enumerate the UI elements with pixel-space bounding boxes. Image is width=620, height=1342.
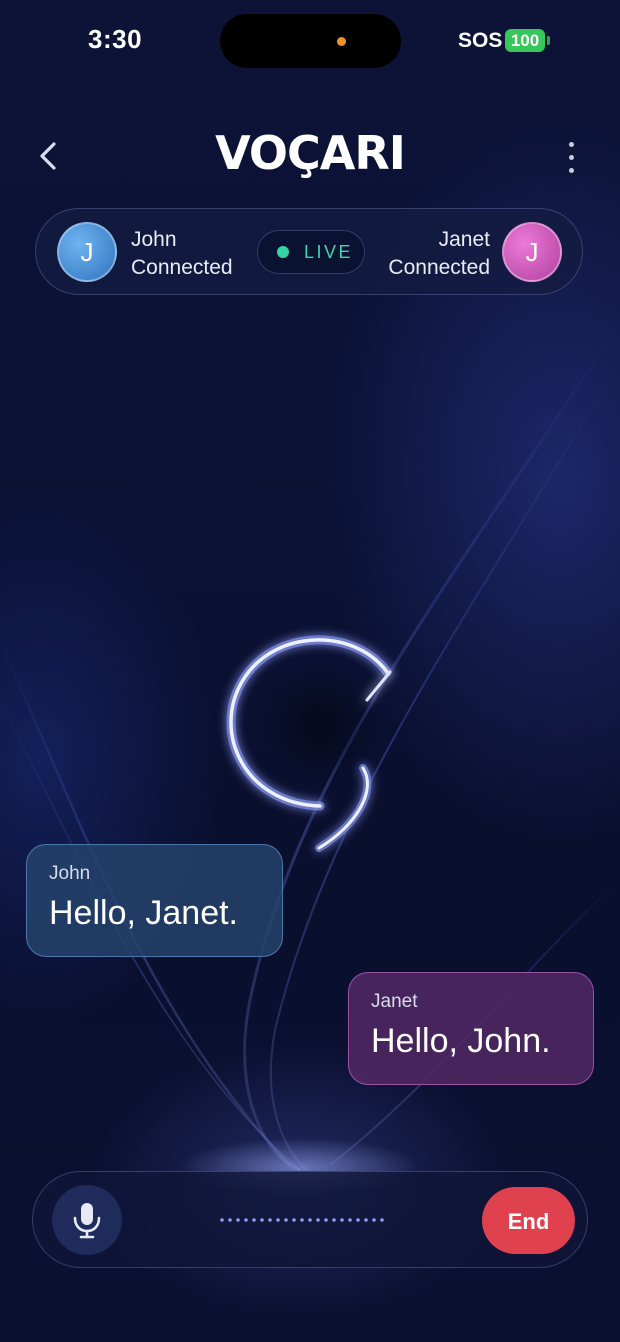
waveform-dot (316, 1218, 320, 1222)
message-text: Hello, Janet. (49, 894, 238, 932)
back-button[interactable] (30, 136, 70, 176)
dynamic-island (220, 14, 401, 68)
participant-name: John (131, 228, 177, 251)
microphone-button[interactable] (52, 1185, 122, 1255)
participant-status: Connected (131, 256, 233, 279)
end-call-button[interactable]: End (482, 1187, 575, 1254)
microphone-icon (73, 1203, 101, 1239)
message-text: Hello, John. (371, 1022, 551, 1060)
participant-john: John Connected (131, 226, 233, 282)
waveform-dot (244, 1218, 248, 1222)
waveform-dot (300, 1218, 304, 1222)
voice-activity-logo-icon (226, 635, 392, 852)
message-bubble-janet: Janet Hello, John. (348, 972, 594, 1085)
waveform-dot (324, 1218, 328, 1222)
audio-waveform-indicator (220, 1218, 384, 1222)
camera-indicator-dot (337, 37, 346, 46)
participant-status: Connected (388, 256, 490, 279)
live-indicator-dot (277, 246, 289, 258)
menu-dot (569, 142, 574, 147)
status-bar: 3:30 SOS 100 (0, 0, 620, 84)
waveform-dot (340, 1218, 344, 1222)
waveform-dot (228, 1218, 232, 1222)
waveform-dot (252, 1218, 256, 1222)
waveform-dot (332, 1218, 336, 1222)
message-sender: John (49, 863, 91, 884)
waveform-dot (292, 1218, 296, 1222)
more-options-button[interactable] (558, 138, 586, 178)
waveform-dot (364, 1218, 368, 1222)
waveform-dot (284, 1218, 288, 1222)
battery-cap (547, 36, 550, 45)
menu-dot (569, 168, 574, 173)
waveform-dot (372, 1218, 376, 1222)
avatar-john[interactable]: J (57, 222, 117, 282)
participants-bar: J John Connected LIVE Janet Connected J (35, 208, 583, 295)
status-time: 3:30 (88, 24, 143, 54)
menu-dot (569, 155, 574, 160)
battery-icon: 100 (505, 29, 545, 52)
waveform-dot (356, 1218, 360, 1222)
waveform-dot (308, 1218, 312, 1222)
waveform-dot (348, 1218, 352, 1222)
avatar-janet[interactable]: J (502, 222, 562, 282)
call-screen: 3:30 SOS 100 VOÇARI J John Connected LIV… (0, 0, 620, 1342)
waveform-dot (236, 1218, 240, 1222)
message-bubble-john: John Hello, Janet. (26, 844, 283, 957)
call-control-bar: End (32, 1171, 588, 1268)
waveform-dot (276, 1218, 280, 1222)
waveform-dot (260, 1218, 264, 1222)
waveform-dot (380, 1218, 384, 1222)
participant-janet: Janet Connected (366, 226, 490, 282)
participant-name: Janet (438, 228, 490, 251)
live-label: LIVE (304, 242, 354, 262)
app-logo: VOÇARI (215, 126, 406, 180)
message-sender: Janet (371, 991, 418, 1012)
chevron-left-icon (40, 142, 56, 170)
waveform-dot (220, 1218, 224, 1222)
waveform-dot (268, 1218, 272, 1222)
live-badge: LIVE (257, 230, 365, 274)
carrier-status: SOS (458, 29, 503, 52)
